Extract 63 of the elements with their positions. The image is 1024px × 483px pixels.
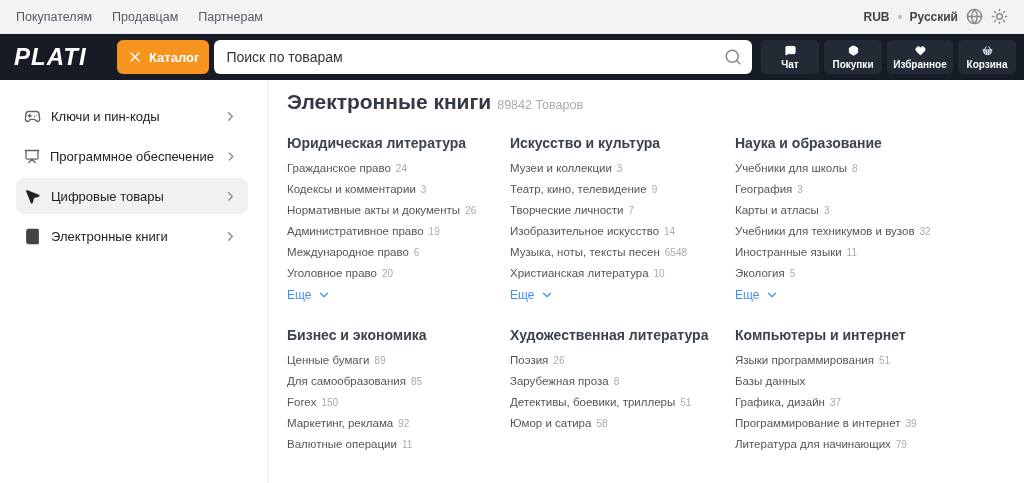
subcategory-link[interactable]: Языки программирования 51 (735, 350, 975, 371)
sidebar-item[interactable]: Цифровые товары (16, 178, 248, 214)
basket-icon (981, 44, 993, 56)
subcategory-link[interactable]: Гражданское право 24 (287, 158, 510, 179)
top-link[interactable]: Покупателям (16, 9, 93, 24)
subcategory-link[interactable]: Кодексы и комментарии 3 (287, 179, 510, 200)
subcategory-link[interactable]: Христианская литература 10 (510, 263, 735, 284)
subcategory-link[interactable]: Зарубежная проза 8 (510, 371, 735, 392)
subcategory-link[interactable]: Графика, дизайн 37 (735, 392, 975, 413)
search-icon[interactable] (724, 48, 742, 66)
subcategory-link[interactable]: Литература для начинающих 79 (735, 434, 975, 455)
product-count: 89842 Товаров (497, 98, 584, 112)
language-selector[interactable]: Русский (909, 9, 958, 24)
globe-icon[interactable] (966, 8, 983, 25)
chat-icon (784, 44, 796, 56)
subcategory-link[interactable]: Forex 150 (287, 392, 510, 413)
subcategory-link[interactable]: Учебники для техникумов и вузов 32 (735, 221, 975, 242)
subcategory-link[interactable]: Административное право 19 (287, 221, 510, 242)
subcategory-link[interactable]: Международное право 6 (287, 242, 510, 263)
subcategory-link[interactable]: Уголовное право 20 (287, 263, 510, 284)
subcategory-link[interactable]: Иностранные языки 11 (735, 242, 975, 263)
subcategory-link[interactable]: Ценные бумаги 89 (287, 350, 510, 371)
logo[interactable]: PLATI (14, 43, 112, 71)
subcategory-link[interactable]: Поэзия 26 (510, 350, 735, 371)
subcategory-link[interactable]: Для самообразования 85 (287, 371, 510, 392)
cursor-icon (24, 187, 41, 205)
category-heading[interactable]: Искусство и культура (510, 134, 710, 152)
header-action-button[interactable]: Избранное (887, 40, 953, 74)
sidebar-item[interactable]: Программное обеспечение (16, 138, 248, 174)
header-action-button[interactable]: Корзина (958, 40, 1016, 74)
currency-selector[interactable]: RUB (863, 9, 890, 24)
category-heading[interactable]: Наука и образование (735, 134, 935, 152)
sidebar-item[interactable]: Ключи и пин-коды (16, 98, 248, 134)
page-title: Электронные книги (287, 90, 492, 114)
subcategory-link[interactable]: Нормативные акты и документы 26 (287, 200, 510, 221)
subcategory-link[interactable]: Валютные операции 11 (287, 434, 510, 455)
header-action-button[interactable]: Чат (761, 40, 819, 74)
subcategory-link[interactable]: Музыка, ноты, тексты песен 6548 (510, 242, 735, 263)
category-heading[interactable]: Художественная литература (510, 326, 710, 344)
top-link[interactable]: Продавцам (112, 9, 179, 24)
subcategory-link[interactable]: Экология 5 (735, 263, 975, 284)
search-field[interactable]: Поиск по товарам (214, 40, 752, 74)
subcategory-link[interactable]: Детективы, боевики, триллеры 51 (510, 392, 735, 413)
subcategory-link[interactable]: Театр, кино, телевидение 9 (510, 179, 735, 200)
sidebar-item[interactable]: Электронные книги (16, 218, 248, 254)
header-action-button[interactable]: Покупки (824, 40, 882, 74)
category-heading[interactable]: Компьютеры и интернет (735, 326, 935, 344)
subcategory-link[interactable]: Юмор и сатира 58 (510, 413, 735, 434)
presentation-icon (24, 147, 40, 165)
subcategory-link[interactable]: Музеи и коллекции 3 (510, 158, 735, 179)
subcategory-link[interactable]: Изобразительное искусство 14 (510, 221, 735, 242)
category-heading[interactable]: Бизнес и экономика (287, 326, 487, 344)
sun-icon[interactable] (991, 8, 1008, 25)
subcategory-link[interactable]: География 3 (735, 179, 975, 200)
heart-icon (914, 44, 926, 56)
subcategory-link[interactable]: Учебники для школы 8 (735, 158, 975, 179)
subcategory-link[interactable]: Карты и атласы 3 (735, 200, 975, 221)
subcategory-link[interactable]: Маркетинг, реклама 92 (287, 413, 510, 434)
subcategory-link[interactable]: Творческие личности 7 (510, 200, 735, 221)
subcategory-link[interactable]: Базы данных (735, 371, 975, 392)
category-heading[interactable]: Юридическая литература (287, 134, 487, 152)
top-link[interactable]: Партнерам (198, 9, 263, 24)
subcategory-link[interactable]: Программирование в интернет 39 (735, 413, 975, 434)
